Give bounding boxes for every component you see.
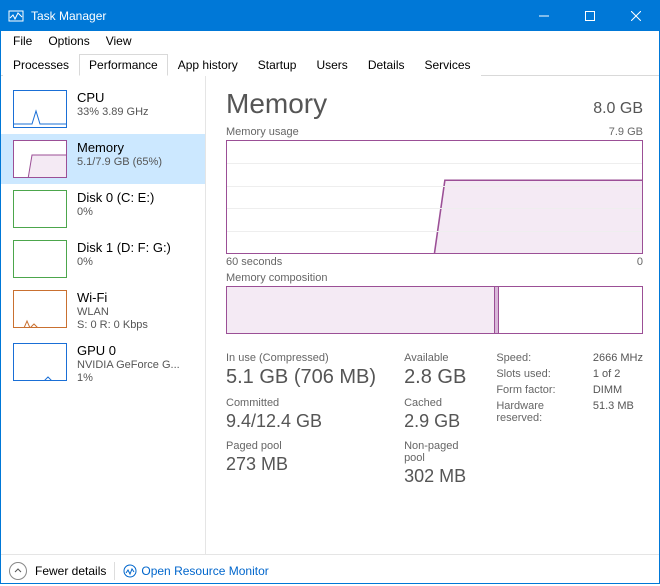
- sidebar-item-label: Disk 0 (C: E:): [77, 190, 154, 205]
- disk-thumbnail: [13, 240, 67, 278]
- sidebar-item-wifi[interactable]: Wi-Fi WLAN S: 0 R: 0 Kbps: [1, 284, 205, 337]
- main-panel: Memory 8.0 GB Memory usage 7.9 GB 60 sec…: [206, 76, 659, 554]
- sidebar-item-sub: 5.1/7.9 GB (65%): [77, 156, 162, 168]
- tab-bar: Processes Performance App history Startu…: [1, 53, 659, 76]
- footer-bar: Fewer details Open Resource Monitor: [1, 554, 659, 586]
- stat-committed: Committed 9.4/12.4 GB: [226, 397, 376, 432]
- sidebar-item-sub: NVIDIA GeForce G...: [77, 359, 180, 371]
- chart-title: Memory usage: [226, 126, 299, 138]
- tab-app-history[interactable]: App history: [168, 54, 248, 76]
- stat-available: Available 2.8 GB: [404, 352, 466, 389]
- sidebar-item-sub: WLAN: [77, 306, 148, 318]
- chart-ymax: 7.9 GB: [609, 126, 643, 138]
- open-resource-monitor-link[interactable]: Open Resource Monitor: [123, 564, 268, 578]
- tab-services[interactable]: Services: [415, 54, 481, 76]
- memory-composition-chart[interactable]: [226, 286, 643, 334]
- sidebar-item-label: Disk 1 (D: F: G:): [77, 240, 171, 255]
- wifi-thumbnail: [13, 290, 67, 328]
- sidebar-item-sub: 0%: [77, 206, 154, 218]
- tab-users[interactable]: Users: [306, 54, 357, 76]
- sidebar-item-disk-1[interactable]: Disk 1 (D: F: G:) 0%: [1, 234, 205, 284]
- sidebar-item-label: GPU 0: [77, 343, 180, 358]
- menu-bar: File Options View: [1, 31, 659, 51]
- chart-xaxis-right: 0: [637, 256, 643, 268]
- window-title: Task Manager: [31, 9, 521, 23]
- memory-thumbnail: [13, 140, 67, 178]
- resource-sidebar: CPU 33% 3.89 GHz Memory 5.1/7.9 GB (65%)…: [1, 76, 206, 554]
- sidebar-item-cpu[interactable]: CPU 33% 3.89 GHz: [1, 84, 205, 134]
- menu-file[interactable]: File: [5, 32, 40, 50]
- stat-paged-pool: Paged pool 273 MB: [226, 440, 376, 487]
- menu-options[interactable]: Options: [40, 32, 97, 50]
- composition-title: Memory composition: [226, 272, 327, 284]
- sidebar-item-sub: 0%: [77, 256, 171, 268]
- tab-details[interactable]: Details: [358, 54, 415, 76]
- app-icon: [1, 8, 31, 24]
- sidebar-item-gpu-0[interactable]: GPU 0 NVIDIA GeForce G... 1%: [1, 337, 205, 390]
- sidebar-item-label: CPU: [77, 90, 149, 105]
- sidebar-item-label: Wi-Fi: [77, 290, 148, 305]
- memory-usage-chart[interactable]: [226, 140, 643, 254]
- stat-cached: Cached 2.9 GB: [404, 397, 466, 432]
- chart-xaxis-left: 60 seconds: [226, 256, 282, 268]
- stat-in-use: In use (Compressed) 5.1 GB (706 MB): [226, 352, 376, 389]
- cpu-thumbnail: [13, 90, 67, 128]
- tab-startup[interactable]: Startup: [248, 54, 307, 76]
- sidebar-item-memory[interactable]: Memory 5.1/7.9 GB (65%): [1, 134, 205, 184]
- stat-nonpaged-pool: Non-paged pool 302 MB: [404, 440, 466, 487]
- sidebar-item-sub: 33% 3.89 GHz: [77, 106, 149, 118]
- minimize-button[interactable]: [521, 1, 567, 31]
- fewer-details-icon[interactable]: [9, 562, 27, 580]
- tab-performance[interactable]: Performance: [79, 54, 168, 76]
- disk-thumbnail: [13, 190, 67, 228]
- tab-processes[interactable]: Processes: [3, 54, 79, 76]
- sidebar-item-label: Memory: [77, 140, 162, 155]
- footer-separator: [114, 562, 115, 580]
- menu-view[interactable]: View: [98, 32, 140, 50]
- memory-details: Speed:2666 MHz Slots used:1 of 2 Form fa…: [496, 352, 643, 487]
- monitor-icon: [123, 564, 137, 578]
- sidebar-item-sub2: 1%: [77, 372, 180, 384]
- content-area: CPU 33% 3.89 GHz Memory 5.1/7.9 GB (65%)…: [1, 76, 659, 554]
- sidebar-item-disk-0[interactable]: Disk 0 (C: E:) 0%: [1, 184, 205, 234]
- sidebar-item-sub2: S: 0 R: 0 Kbps: [77, 319, 148, 331]
- close-button[interactable]: [613, 1, 659, 31]
- maximize-button[interactable]: [567, 1, 613, 31]
- title-bar: Task Manager: [1, 1, 659, 31]
- page-title: Memory: [226, 88, 327, 120]
- fewer-details-button[interactable]: Fewer details: [35, 564, 106, 578]
- memory-total: 8.0 GB: [593, 100, 643, 118]
- gpu-thumbnail: [13, 343, 67, 381]
